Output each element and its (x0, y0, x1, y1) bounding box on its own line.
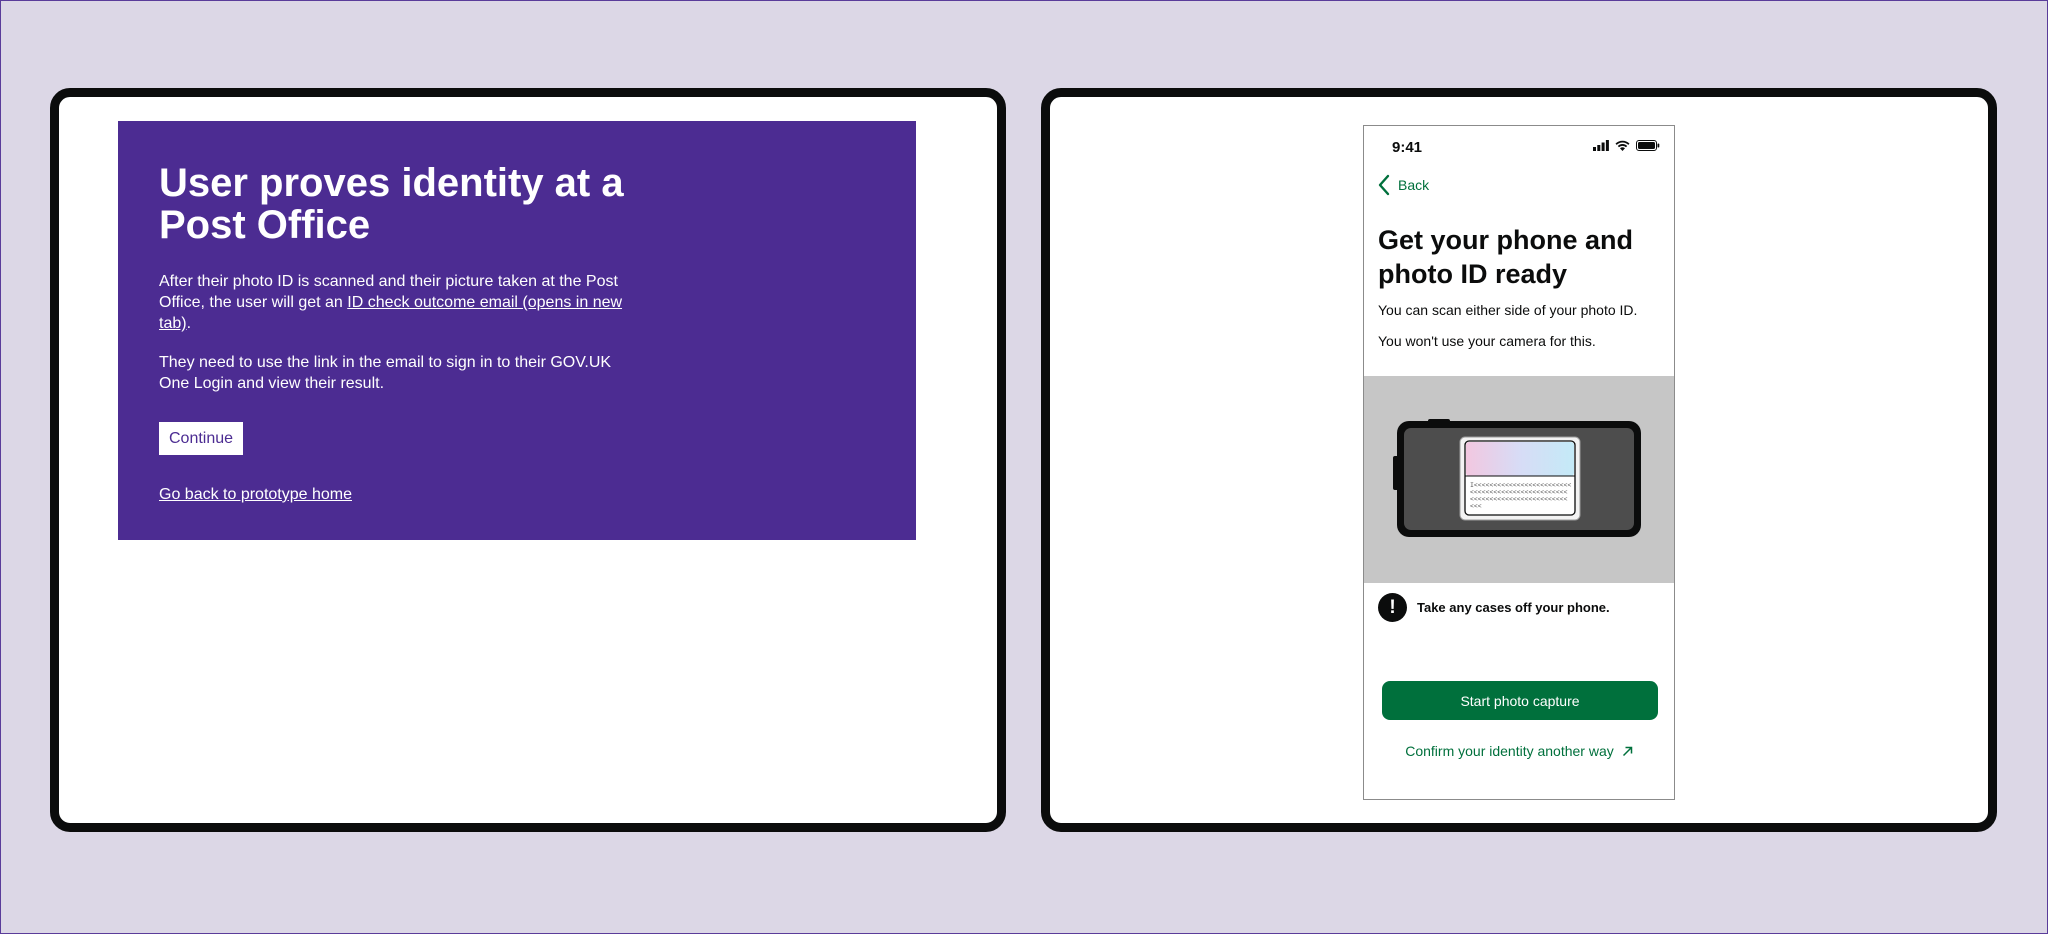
phone-id-illustration: I<<<<<<<<<<<<<<<<<<<<<<<<< <<<<<<<<<<<<<… (1364, 376, 1674, 583)
panel-heading: User proves identity at a Post Office (159, 161, 624, 247)
scan-either-side-text: You can scan either side of your photo I… (1378, 302, 1638, 318)
sign-in-paragraph: They need to use the link in the email t… (159, 354, 612, 392)
external-arrow-icon (1622, 746, 1633, 756)
prototype-home-link[interactable]: Go back to prototype home (159, 486, 875, 504)
mrz-line-3: <<<<<<<<<<<<<<<<<<<<<<<<< (1470, 496, 1568, 503)
status-bar: 9:41 (1364, 126, 1674, 166)
para1-end: . (186, 315, 192, 332)
status-icons (1593, 140, 1660, 151)
confirm-another-way-link[interactable]: Confirm your identity another way (1364, 743, 1674, 759)
mrz-line-4: <<< (1470, 503, 1482, 510)
battery-icon (1636, 140, 1660, 151)
signal-icon (1593, 140, 1609, 151)
warning-callout: ! Take any cases off your phone. (1378, 593, 1610, 622)
phone-screen: 9:41 Back Get your phone and photo ID re… (1363, 125, 1675, 800)
back-button[interactable]: Back (1378, 174, 1429, 196)
start-photo-capture-button[interactable]: Start photo capture (1382, 681, 1658, 720)
wifi-icon (1615, 140, 1630, 151)
phone-heading: Get your phone and photo ID ready (1378, 225, 1634, 289)
left-device-frame: User proves identity at a Post Office Af… (50, 88, 1006, 832)
mrz-line-2: <<<<<<<<<<<<<<<<<<<<<<<<< (1470, 489, 1568, 496)
post-office-panel: User proves identity at a Post Office Af… (118, 121, 916, 540)
continue-button[interactable]: Continue (159, 422, 244, 455)
warning-text: Take any cases off your phone. (1417, 600, 1610, 615)
phone-with-id-card-image: I<<<<<<<<<<<<<<<<<<<<<<<<< <<<<<<<<<<<<<… (1393, 419, 1641, 537)
outcome-email-paragraph: After their photo ID is scanned and thei… (159, 271, 639, 334)
back-label: Back (1398, 177, 1430, 193)
exclamation-icon: ! (1378, 593, 1407, 622)
right-device-frame: 9:41 Back Get your phone and photo ID re… (1041, 88, 1997, 832)
no-camera-text: You won't use your camera for this. (1378, 333, 1596, 349)
mrz-line-1: I<<<<<<<<<<<<<<<<<<<<<<<<< (1470, 482, 1572, 489)
status-time: 9:41 (1392, 139, 1423, 156)
confirm-another-way-label: Confirm your identity another way (1405, 743, 1614, 759)
chevron-left-icon (1378, 174, 1390, 196)
